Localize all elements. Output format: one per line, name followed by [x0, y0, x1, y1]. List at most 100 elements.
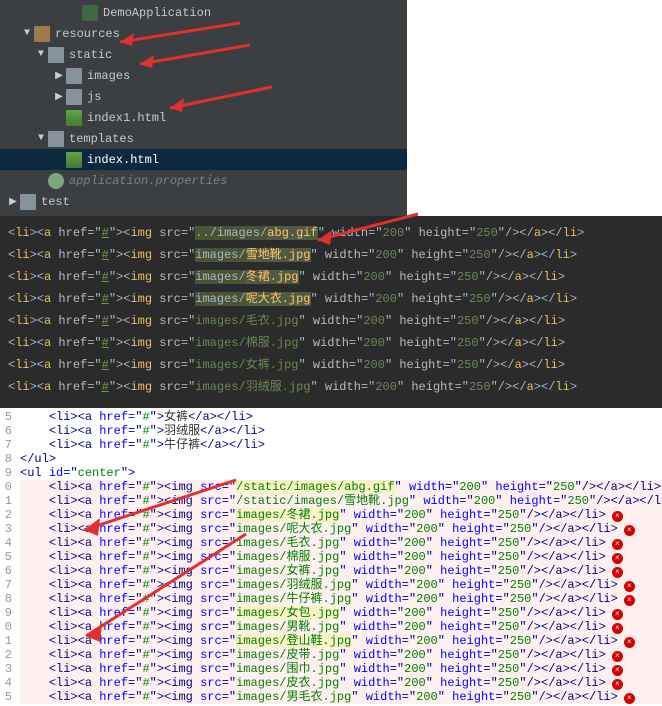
gutter-num: 5	[0, 410, 12, 424]
error-icon[interactable]: ×	[624, 578, 636, 592]
tree-item-static[interactable]: ▼ static	[0, 44, 407, 65]
gutter-num: 8	[0, 592, 12, 606]
code-line-error[interactable]: <li><a href="#"><img src="images/登山鞋.jpg…	[20, 634, 662, 648]
tree-label: images	[87, 69, 130, 83]
tree-item-templates[interactable]: ▼ templates	[0, 128, 407, 149]
code-line-error[interactable]: <li><a href="#"><img src="images/呢大衣.jpg…	[20, 522, 662, 536]
tree-label: index.html	[87, 153, 159, 167]
code-line[interactable]: <li><a href="#"><img src="images/呢大衣.jpg…	[8, 288, 654, 310]
code-line-error[interactable]: <li><a href="#"><img src="images/羽绒服.jpg…	[20, 578, 662, 592]
code-line[interactable]: <li><a href="#">女裤</a></li>	[20, 410, 662, 424]
pkg-icon	[34, 26, 50, 42]
gutter-num: 9	[0, 466, 12, 480]
error-icon[interactable]: ×	[612, 606, 624, 620]
tree-label: DemoApplication	[103, 6, 211, 20]
error-icon[interactable]: ×	[624, 634, 636, 648]
code-line[interactable]: <li><a href="#"><img src="images/棉服.jpg"…	[8, 332, 654, 354]
gutter-num: 6	[0, 564, 12, 578]
code-line[interactable]: <li><a href="#"><img src="images/毛衣.jpg"…	[8, 310, 654, 332]
code-line[interactable]: <ul id="center">	[20, 466, 662, 480]
code-line-error[interactable]: <li><a href="#"><img src="images/女裤.jpg"…	[20, 564, 662, 578]
gutter-num: 2	[0, 648, 12, 662]
gutter-num: 7	[0, 438, 12, 452]
error-icon[interactable]: ×	[612, 620, 624, 634]
tree-label: static	[69, 48, 112, 62]
tree-item-resources[interactable]: ▼ resources	[0, 23, 407, 44]
error-icon[interactable]: ×	[612, 662, 624, 676]
html-icon	[66, 110, 82, 126]
folder-icon	[20, 194, 36, 210]
error-icon[interactable]: ×	[624, 592, 636, 606]
tree-label: resources	[55, 27, 120, 41]
error-icon[interactable]: ×	[612, 550, 624, 564]
tree-label: index1.html	[87, 111, 166, 125]
tree-label: test	[41, 195, 70, 209]
code-line-error[interactable]: <li><a href="#"><img src="images/牛仔裤.jpg…	[20, 592, 662, 606]
prop-icon	[48, 173, 64, 189]
code-line-error[interactable]: <li><a href="#"><img src="images/毛衣.jpg"…	[20, 536, 662, 550]
gutter-num: 9	[0, 606, 12, 620]
gutter-num: 5	[0, 690, 12, 704]
folder-icon	[66, 89, 82, 105]
light-code-editor[interactable]: 567890123456789012345 <li><a href="#">女裤…	[0, 408, 662, 706]
code-line[interactable]: <li><a href="#">羽绒服</a></li>	[20, 424, 662, 438]
code-line-error[interactable]: <li><a href="#"><img src="images/棉服.jpg"…	[20, 550, 662, 564]
code-line[interactable]: <li><a href="#"><img src="images/冬裙.jpg"…	[8, 266, 654, 288]
error-icon[interactable]: ×	[624, 522, 636, 536]
error-icon[interactable]: ×	[612, 564, 624, 578]
gutter-num: 2	[0, 508, 12, 522]
twistie-icon[interactable]: ▶	[6, 196, 20, 208]
tree-item-images[interactable]: ▶ images	[0, 65, 407, 86]
gutter-num: 4	[0, 536, 12, 550]
gutter-num: 6	[0, 424, 12, 438]
gutter-num: 1	[0, 634, 12, 648]
twistie-icon[interactable]: ▶	[52, 91, 66, 103]
error-icon[interactable]: ×	[612, 676, 624, 690]
error-icon[interactable]: ×	[612, 536, 624, 550]
gutter-num: 5	[0, 550, 12, 564]
code-line-error[interactable]: <li><a href="#"><img src="images/围巾.jpg"…	[20, 662, 662, 676]
tree-item-test[interactable]: ▶ test	[0, 191, 407, 212]
folder-icon	[48, 47, 64, 63]
code-line-error[interactable]: <li><a href="#"><img src="images/男靴.jpg"…	[20, 620, 662, 634]
tree-item-demoapplication[interactable]: DemoApplication	[0, 2, 407, 23]
code-line[interactable]: <li><a href="#">牛仔裤</a></li>	[20, 438, 662, 452]
gutter-num: 0	[0, 620, 12, 634]
code-line-error[interactable]: <li><a href="#"><img src="images/皮衣.jpg"…	[20, 676, 662, 690]
html-icon	[66, 152, 82, 168]
code-line[interactable]: <li><a href="#"><img src="images/羽绒服.jpg…	[8, 376, 654, 398]
folder-icon	[48, 131, 64, 147]
folder-icon	[66, 68, 82, 84]
tree-label: templates	[69, 132, 134, 146]
gutter-num: 3	[0, 522, 12, 536]
twistie-icon[interactable]: ▼	[34, 133, 48, 144]
tree-item-index-html[interactable]: index.html	[0, 149, 407, 170]
code-line-error[interactable]: <li><a href="#"><img src="/static/images…	[20, 480, 662, 494]
code-line-error[interactable]: <li><a href="#"><img src="images/男毛衣.jpg…	[20, 690, 662, 704]
code-line-error[interactable]: <li><a href="#"><img src="images/冬裙.jpg"…	[20, 508, 662, 522]
dark-code-editor[interactable]: <li><a href="#"><img src="../images/abg.…	[0, 216, 662, 408]
twistie-icon[interactable]: ▶	[52, 70, 66, 82]
twistie-icon[interactable]: ▼	[34, 49, 48, 60]
tree-item-application-properties[interactable]: application.properties	[0, 170, 407, 191]
code-line[interactable]: <li><a href="#"><img src="images/雪地靴.jpg…	[8, 244, 654, 266]
twistie-icon[interactable]: ▼	[20, 28, 34, 39]
tree-label: js	[87, 90, 101, 104]
tree-item-js[interactable]: ▶ js	[0, 86, 407, 107]
tree-item-index1-html[interactable]: index1.html	[0, 107, 407, 128]
code-line[interactable]: <li><a href="#"><img src="../images/abg.…	[8, 222, 654, 244]
code-line[interactable]: </ul>	[20, 452, 662, 466]
gutter-num: 0	[0, 480, 12, 494]
code-line-error[interactable]: <li><a href="#"><img src="images/女包.jpg"…	[20, 606, 662, 620]
code-line[interactable]: <li><a href="#"><img src="images/女裤.jpg"…	[8, 354, 654, 376]
project-tree[interactable]: DemoApplication▼resources▼static▶images▶…	[0, 0, 407, 216]
error-icon[interactable]: ×	[612, 508, 624, 522]
error-icon[interactable]: ×	[612, 648, 624, 662]
gutter-num: 7	[0, 578, 12, 592]
code-line-error[interactable]: <li><a href="#"><img src="images/皮带.jpg"…	[20, 648, 662, 662]
gutter-num: 3	[0, 662, 12, 676]
gutter-num: 4	[0, 676, 12, 690]
error-icon[interactable]: ×	[624, 690, 636, 704]
code-line-error[interactable]: <li><a href="#"><img src="/static/images…	[20, 494, 662, 508]
gutter-num: 1	[0, 494, 12, 508]
